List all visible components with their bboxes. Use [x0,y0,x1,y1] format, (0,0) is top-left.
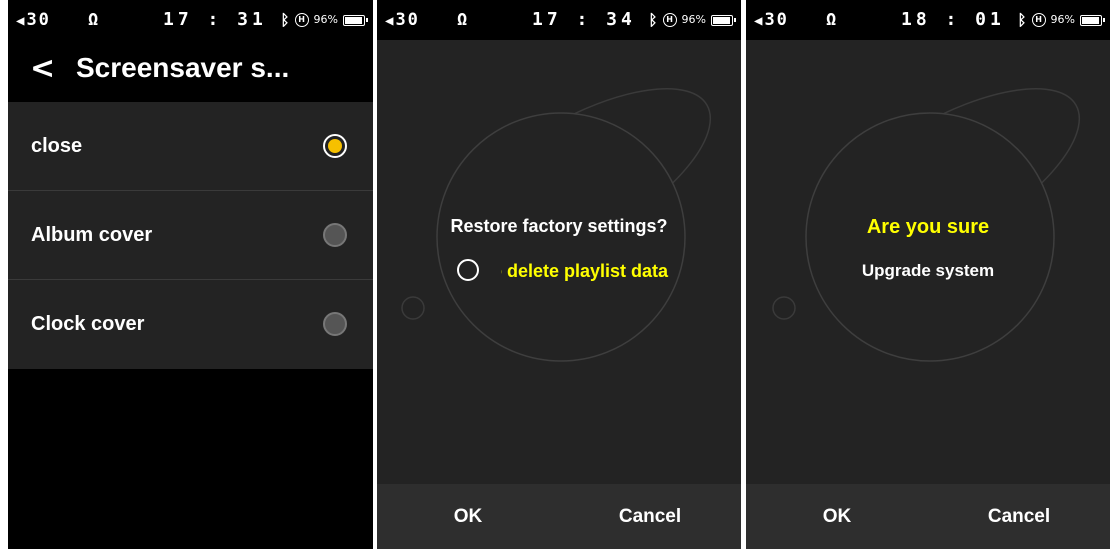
option-album-cover[interactable]: Album cover [8,191,373,280]
status-bar: ◀30 Ω 17 : 34 ᛒ H 96% [377,0,741,40]
volume-indicator: ◀30 [385,10,420,31]
screensaver-settings-screen: ◀30 Ω 17 : 31 ᛒ H 96% < Screensaver s...… [8,0,373,549]
headphones-icon: Ω [826,10,837,30]
battery-icon [343,14,368,26]
checkbox-icon[interactable] [457,259,479,281]
volume-level: 30 [395,10,420,30]
battery-icon [1080,14,1105,26]
speaker-icon: ◀ [385,13,396,29]
option-label: Album cover [31,224,153,246]
option-list: close Album cover Clock cover [8,102,373,369]
dialog-question: Restore factory settings? [450,216,668,236]
option-label: close [31,135,83,157]
scrolling-label-clip: o delete playlist data [501,256,697,286]
status-bar: ◀30 Ω 18 : 01 ᛒ H 96% [746,0,1110,40]
ok-button[interactable]: OK [746,484,928,549]
delete-playlist-label: o delete playlist data [501,261,669,281]
battery-percent: 96% [1050,13,1075,26]
page-title: Screensaver s... [76,52,290,83]
cancel-button[interactable]: Cancel [559,484,741,549]
ok-button[interactable]: OK [377,484,559,549]
confirm-title: Are you sure [866,216,990,238]
dialog-footer: OK Cancel [377,484,741,549]
volume-level: 30 [26,10,51,30]
headphones-icon: Ω [457,10,468,30]
status-bar: ◀30 Ω 17 : 31 ᛒ H 96% [8,0,373,40]
status-right: ᛒ H 96% [1017,10,1105,30]
radio-icon[interactable] [323,223,347,247]
hifi-icon: H [1031,13,1046,27]
title-bar: < Screensaver s... [8,40,373,102]
back-icon[interactable]: < [30,54,55,84]
radio-icon[interactable] [323,134,347,158]
volume-indicator: ◀30 [16,10,51,31]
option-label: Clock cover [31,313,145,335]
speaker-icon: ◀ [754,13,765,29]
status-right: ᛒ H 96% [280,10,368,30]
bluetooth-icon: ᛒ [648,11,658,29]
bluetooth-icon: ᛒ [280,11,290,29]
option-clock-cover[interactable]: Clock cover [8,280,373,369]
cancel-button[interactable]: Cancel [928,484,1110,549]
upgrade-system-dialog-screen: ◀30 Ω 18 : 01 ᛒ H 96% Are you sure Upgra… [746,0,1110,549]
volume-indicator: ◀30 [754,10,789,31]
dialog-subtitle: Upgrade system [861,261,995,280]
battery-percent: 96% [681,13,706,26]
volume-level: 30 [764,10,789,30]
option-close[interactable]: close [8,102,373,191]
clock: 17 : 34 [532,9,636,30]
hifi-icon: H [662,13,677,27]
bluetooth-icon: ᛒ [1017,11,1027,29]
battery-icon [711,14,736,26]
battery-percent: 96% [313,13,338,26]
dialog-footer: OK Cancel [746,484,1110,549]
clock: 17 : 31 [163,9,267,30]
restore-factory-dialog-screen: ◀30 Ω 17 : 34 ᛒ H 96% Restore factory se… [377,0,741,549]
delete-playlist-option[interactable]: o delete playlist data [457,256,697,286]
radio-icon[interactable] [323,312,347,336]
clock: 18 : 01 [901,9,1005,30]
speaker-icon: ◀ [16,13,27,29]
headphones-icon: Ω [88,10,99,30]
status-right: ᛒ H 96% [648,10,736,30]
hifi-icon: H [294,13,309,27]
